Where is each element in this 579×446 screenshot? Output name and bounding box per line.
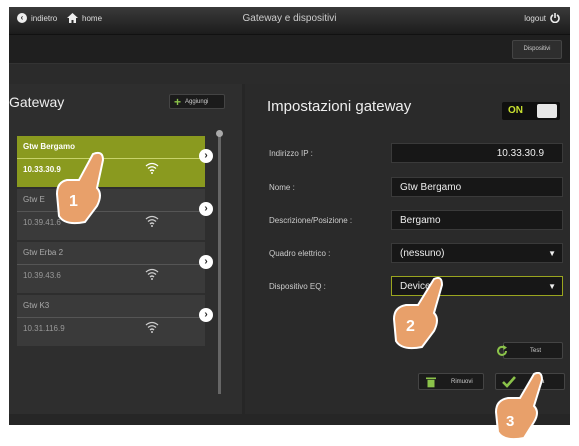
gateway-ip: 10.31.116.9 xyxy=(23,324,65,333)
eq-device-label: Dispositivo EQ : xyxy=(269,282,326,291)
wifi-icon xyxy=(145,321,159,333)
gateway-title: Gateway xyxy=(9,94,65,110)
chevron-down-icon: ▼ xyxy=(548,282,556,291)
ip-field[interactable]: 10.33.30.9 xyxy=(391,143,563,163)
add-gateway-button[interactable]: + Aggiungi xyxy=(169,94,225,109)
step-number: 1 xyxy=(69,193,78,210)
logout-label: logout xyxy=(524,13,546,23)
ip-label: Indirizzo IP : xyxy=(269,149,313,158)
chevron-right-icon[interactable]: › xyxy=(199,308,213,322)
page-title: Gateway e dispositivi xyxy=(242,13,337,24)
power-icon xyxy=(550,13,560,23)
hand-pointer-icon: 2 xyxy=(392,276,444,350)
step-number: 2 xyxy=(406,318,415,335)
enable-toggle[interactable]: ON xyxy=(502,102,560,120)
settings-title: Impostazioni gateway xyxy=(267,98,412,115)
plus-icon: + xyxy=(174,94,182,109)
gateway-name: Gtw Erba 2 xyxy=(23,248,64,257)
test-label: Test xyxy=(530,347,542,354)
remove-button[interactable]: Rimuovi xyxy=(418,373,484,390)
gateway-ip: 10.39.43.6 xyxy=(23,271,61,280)
name-label: Nome : xyxy=(269,183,295,192)
chevron-right-icon[interactable]: › xyxy=(199,149,213,163)
wifi-icon xyxy=(145,268,159,280)
toolbar-divider xyxy=(9,63,570,84)
divider xyxy=(17,317,205,318)
step-number: 3 xyxy=(506,413,514,430)
dispositivi-button[interactable]: Dispositivi xyxy=(512,40,562,59)
divider xyxy=(17,264,205,265)
gateway-name: Gtw E xyxy=(23,195,45,204)
panel-select[interactable]: (nessuno) ▼ xyxy=(391,243,563,263)
wifi-icon xyxy=(145,162,159,174)
scrollbar[interactable] xyxy=(218,134,221,394)
test-button[interactable]: Test xyxy=(497,342,563,359)
toggle-label: ON xyxy=(508,105,523,116)
wifi-icon xyxy=(145,215,159,227)
chevron-right-icon[interactable]: › xyxy=(199,202,213,216)
description-field[interactable]: Bergamo xyxy=(391,210,563,230)
remove-label: Rimuovi xyxy=(451,378,473,385)
refresh-icon xyxy=(497,344,507,356)
chevron-down-icon: ▼ xyxy=(548,249,556,258)
panel-label: Quadro elettrico : xyxy=(269,249,331,258)
logout-button[interactable]: logout xyxy=(524,13,560,23)
gateway-item[interactable]: Gtw K3 10.31.116.9 › xyxy=(17,295,213,346)
chevron-right-icon[interactable]: › xyxy=(199,255,213,269)
gateway-list-pane: Gateway + Aggiungi Gtw Bergamo 10.33.30.… xyxy=(9,84,242,414)
trash-icon xyxy=(426,377,436,387)
name-field[interactable]: Gtw Bergamo xyxy=(391,177,563,197)
sub-toolbar: Dispositivi xyxy=(9,35,570,63)
top-bar: ‹ indietro home Gateway e dispositivi lo… xyxy=(9,7,570,35)
hand-pointer-icon: 3 xyxy=(494,372,544,441)
gateway-name: Gtw K3 xyxy=(23,301,50,310)
hand-pointer-icon: 1 xyxy=(55,151,105,225)
gateway-item[interactable]: Gtw Erba 2 10.39.43.6 › xyxy=(17,242,213,293)
description-label: Descrizione/Posizione : xyxy=(269,216,353,225)
settings-pane: Impostazioni gateway ON Indirizzo IP : 1… xyxy=(245,84,570,414)
toggle-knob xyxy=(537,104,557,118)
scrollbar-thumb[interactable] xyxy=(216,130,223,137)
panel-select-value: (nessuno) xyxy=(400,248,445,259)
add-label: Aggiungi xyxy=(185,98,209,105)
